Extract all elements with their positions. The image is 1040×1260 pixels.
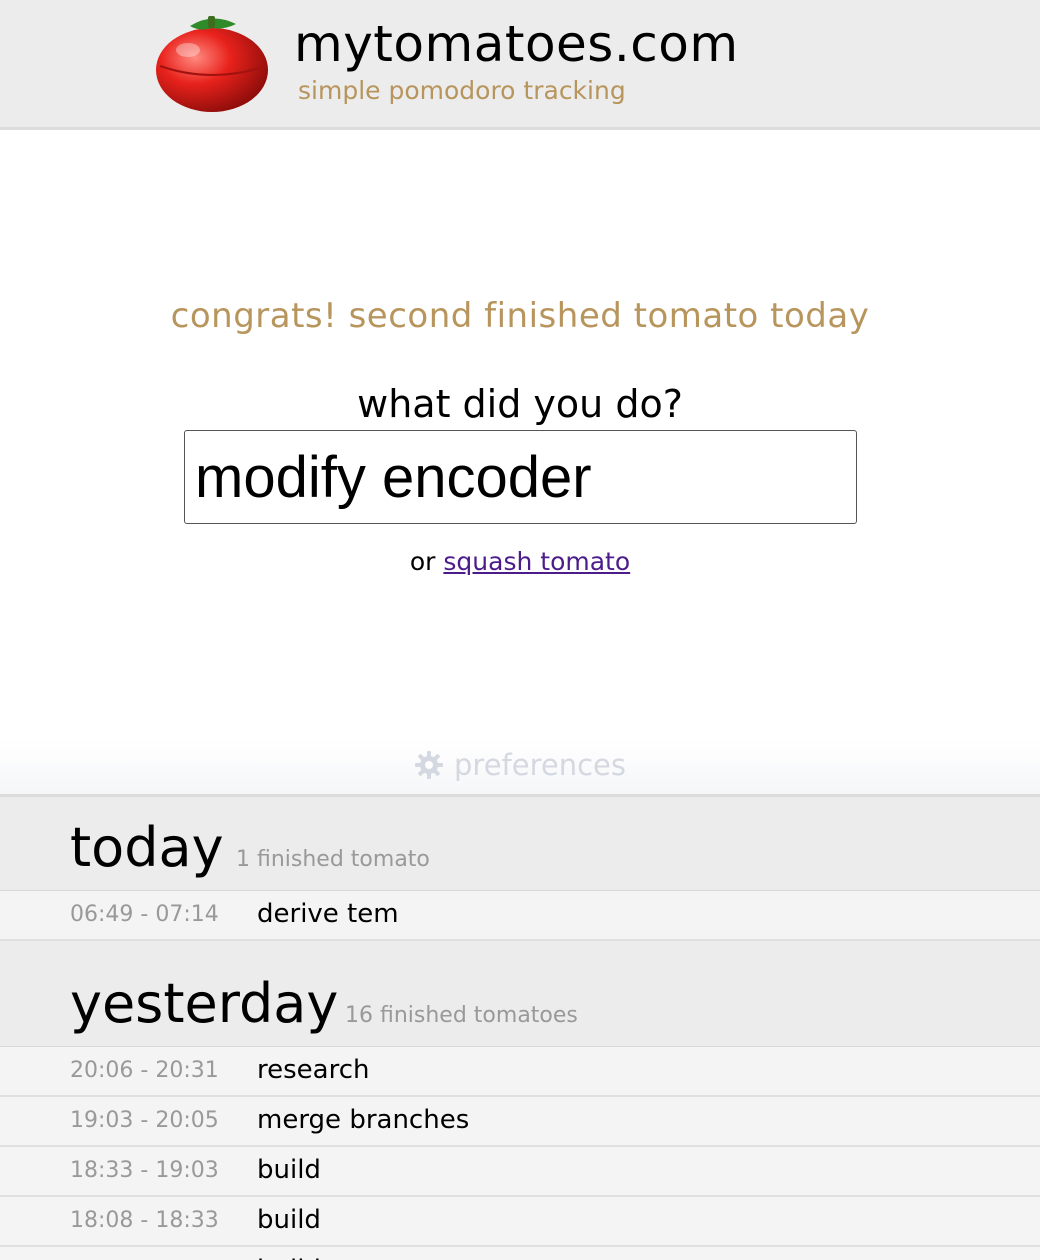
question-label: what did you do? <box>357 382 683 426</box>
tomato-description: build <box>257 1255 321 1260</box>
tomato-time: 18:08 - 18:33 <box>70 1208 219 1233</box>
list-item: build <box>0 1247 1040 1260</box>
task-description-input[interactable] <box>184 430 857 524</box>
day-title: today <box>70 816 224 879</box>
list-item: 06:49 - 07:14 derive tem <box>0 891 1040 941</box>
list-item: 19:03 - 20:05 merge branches <box>0 1097 1040 1147</box>
tomato-description: derive tem <box>257 899 399 929</box>
list-item: 18:33 - 19:03 build <box>0 1147 1040 1197</box>
tomato-description: build <box>257 1155 321 1185</box>
tomato-description: merge branches <box>257 1105 470 1135</box>
tomato-time: 18:33 - 19:03 <box>70 1158 219 1183</box>
site-subtitle: simple pomodoro tracking <box>298 76 626 105</box>
tomato-time: 06:49 - 07:14 <box>70 902 219 927</box>
tomato-description: build <box>257 1205 321 1235</box>
day-header-yesterday: yesterday 16 finished tomatoes <box>0 941 1040 1047</box>
tomato-timer-icon[interactable] <box>150 10 275 115</box>
squash-tomato-link[interactable]: squash tomato <box>443 547 630 576</box>
list-item: 20:06 - 20:31 research <box>0 1047 1040 1097</box>
day-header-today: today 1 finished tomato <box>0 797 1040 891</box>
list-item: 18:08 - 18:33 build <box>0 1197 1040 1247</box>
tomato-time: 20:06 - 20:31 <box>70 1058 219 1083</box>
gear-icon <box>415 751 443 779</box>
day-count: 16 finished tomatoes <box>345 1003 578 1028</box>
squash-line: or squash tomato <box>0 547 1040 576</box>
site-title[interactable]: mytomatoes.com <box>294 12 739 76</box>
tomato-history: today 1 finished tomato 06:49 - 07:14 de… <box>0 794 1040 1260</box>
day-count: 1 finished tomato <box>236 847 430 872</box>
preferences-label: preferences <box>454 748 626 782</box>
tomato-description: research <box>257 1055 370 1085</box>
day-title: yesterday <box>70 972 339 1035</box>
or-text: or <box>409 547 436 576</box>
site-header: mytomatoes.com simple pomodoro tracking <box>0 0 1040 130</box>
congrats-message: congrats! second finished tomato today <box>170 296 870 336</box>
tomato-time: 19:03 - 20:05 <box>70 1108 219 1133</box>
preferences-toggle[interactable]: preferences <box>0 748 1040 782</box>
